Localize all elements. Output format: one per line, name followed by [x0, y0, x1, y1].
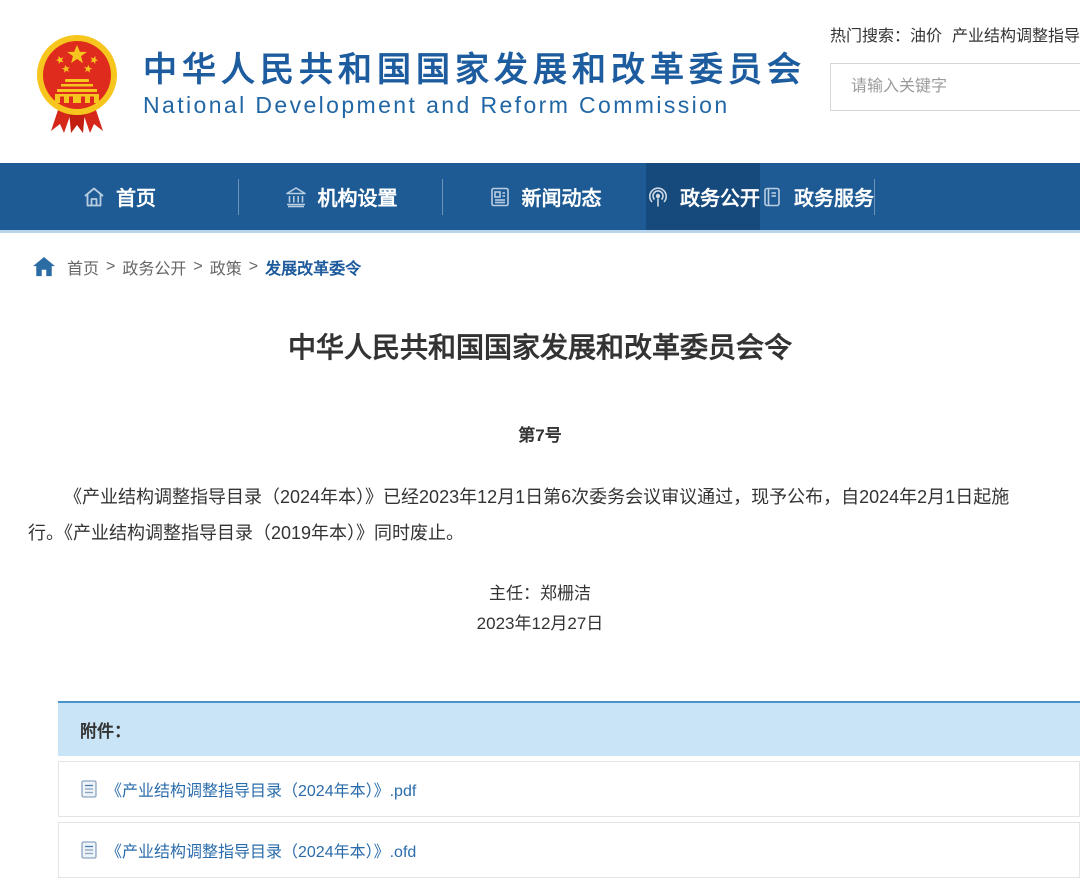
doc-number: 第7号 [28, 421, 1052, 446]
hot-search-keyword-catalogue[interactable]: 产业结构调整指导目录 [952, 28, 1080, 45]
site-title-zh: 中华人民共和国国家发展和改革委员会 [143, 52, 806, 89]
home-icon [82, 185, 106, 209]
breadcrumb-item-gov-disclosure[interactable]: 政务公开 [122, 255, 186, 279]
attachment-link-pdf[interactable]: 《产业结构调整指导目录（2024年本）》.pdf [106, 777, 416, 801]
attachment-row: 《产业结构调整指导目录（2024年本）》.pdf [58, 761, 1080, 817]
attachment-row: 《产业结构调整指导目录（2024年本）》.ofd [58, 822, 1080, 878]
nav-item-label: 机构设置 [318, 182, 398, 211]
breadcrumb-home-icon[interactable] [33, 257, 55, 277]
nav-item-institutions[interactable]: 机构设置 [239, 163, 442, 230]
sign-date: 2023年12月27日 [28, 609, 1052, 639]
site-title-en: National Development and Reform Commissi… [143, 92, 806, 119]
site-header: 中华人民共和国国家发展和改革委员会 National Development a… [0, 0, 1080, 163]
breadcrumb-separator: > [249, 258, 258, 276]
article-title: 中华人民共和国国家发展和改革委员会令 [28, 326, 1052, 366]
page: 中华人民共和国国家发展和改革委员会 National Development a… [0, 0, 1080, 880]
attachments-section: 附件： 《产业结构调整指导目录（2024年本）》.pdf 《产业结构调整指 [58, 701, 1080, 878]
article-body: 《产业结构调整指导目录（2024年本）》已经2023年12月1日第6次委务会议审… [28, 479, 1030, 551]
nav-spacer [875, 163, 1080, 230]
hot-search-keyword-oil-price[interactable]: 油价 [910, 28, 942, 45]
search-box [830, 63, 1080, 111]
attachment-link-ofd[interactable]: 《产业结构调整指导目录（2024年本）》.ofd [106, 838, 416, 862]
national-emblem-icon [33, 33, 121, 137]
institution-icon [284, 185, 308, 209]
broadcast-icon [646, 185, 670, 209]
service-book-icon [760, 185, 784, 209]
nav-item-label: 新闻动态 [522, 182, 602, 211]
nav-item-label: 政务服务 [794, 182, 874, 211]
breadcrumb-item-policy[interactable]: 政策 [210, 255, 242, 279]
breadcrumb-item-home[interactable]: 首页 [67, 255, 99, 279]
sign-block: 主任：郑栅洁 2023年12月27日 [28, 579, 1052, 639]
search-area: 热门搜索：油价产业结构调整指导目录 [830, 22, 1080, 111]
news-icon [488, 185, 512, 209]
nav-item-news[interactable]: 新闻动态 [443, 163, 646, 230]
nav-item-home[interactable]: 首页 [0, 163, 238, 230]
nav-item-gov-disclosure[interactable]: 政务公开 [646, 163, 760, 230]
breadcrumb-separator: > [106, 258, 115, 276]
attachments-header: 附件： [58, 701, 1080, 756]
file-icon [81, 841, 97, 859]
breadcrumb: 首页 > 政务公开 > 政策 > 发展改革委令 [0, 233, 1080, 279]
nav-item-gov-services[interactable]: 政务服务 [760, 163, 874, 230]
national-emblem-logo[interactable] [33, 33, 121, 137]
main-nav: 首页 机构设置 新闻动 [0, 163, 1080, 233]
hot-search-label: 热门搜索： [830, 28, 910, 45]
file-icon [81, 780, 97, 798]
hot-search: 热门搜索：油价产业结构调整指导目录 [830, 22, 1080, 46]
site-titles: 中华人民共和国国家发展和改革委员会 National Development a… [143, 52, 806, 119]
breadcrumb-item-current: 发展改革委令 [265, 255, 361, 279]
nav-item-label: 首页 [116, 182, 156, 211]
nav-item-label: 政务公开 [680, 182, 760, 211]
article: 中华人民共和国国家发展和改革委员会令 第7号 《产业结构调整指导目录（2024年… [0, 326, 1080, 878]
search-input[interactable] [831, 64, 1080, 110]
breadcrumb-separator: > [193, 258, 202, 276]
signer: 主任：郑栅洁 [28, 579, 1052, 609]
